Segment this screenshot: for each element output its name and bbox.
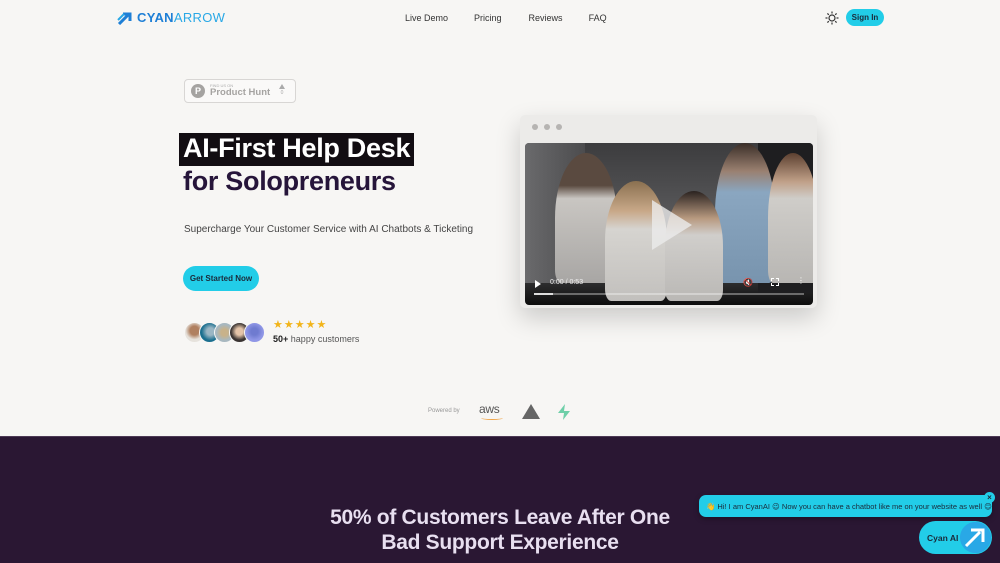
hero-title-line1: AI-First Help Desk [179, 133, 415, 166]
chat-greeting-bubble[interactable]: 👋 Hi! I am CyanAI 😉 Now you can have a c… [699, 495, 992, 517]
video-time: 0:00 / 0:53 [550, 279, 584, 286]
browser-mockup: 0:00 / 0:53 🔇 ⋮ [520, 115, 817, 308]
window-dot [532, 124, 538, 130]
video-progress-fill [534, 293, 553, 295]
get-started-button[interactable]: Get Started Now [183, 266, 259, 291]
nav-link-pricing[interactable]: Pricing [474, 13, 502, 23]
nav-links: Live Demo Pricing Reviews FAQ [405, 13, 633, 23]
avatar [244, 322, 265, 343]
logo[interactable]: CYANARROW [117, 10, 225, 25]
window-dot [556, 124, 562, 130]
nav-link-reviews[interactable]: Reviews [529, 13, 563, 23]
rating-stars: ★ ★ ★ ★ ★ [273, 320, 326, 331]
chat-launcher-button[interactable]: Cyan AI [919, 521, 992, 554]
window-dots [532, 124, 562, 130]
cyan-ai-logo-icon [960, 522, 991, 553]
product-hunt-badge[interactable]: P FIND US ON Product Hunt 0 [184, 79, 296, 103]
more-options-icon[interactable]: ⋮ [797, 277, 805, 285]
chat-launcher-label: Cyan AI [927, 532, 959, 543]
star-icon: ★ [283, 319, 294, 331]
star-icon: ★ [305, 319, 316, 331]
powered-by-label: Powered by [428, 408, 460, 414]
product-hunt-votes: 0 [279, 84, 285, 96]
product-hunt-name: Product Hunt [210, 87, 271, 99]
upvote-icon [279, 84, 285, 89]
star-icon: ★ [273, 319, 283, 331]
fullscreen-icon[interactable] [771, 278, 779, 286]
product-hunt-text: FIND US ON Product Hunt [210, 84, 270, 98]
video-controls: 0:00 / 0:53 🔇 ⋮ [525, 271, 813, 305]
logo-text: CYANARROW [137, 10, 226, 25]
video-person [715, 143, 775, 283]
demo-video[interactable]: 0:00 / 0:53 🔇 ⋮ [525, 143, 813, 305]
product-hunt-icon: P [191, 84, 205, 98]
hero-subtitle: Supercharge Your Customer Service with A… [184, 224, 474, 235]
aws-smile-icon [481, 416, 503, 420]
aws-logo: aws [479, 402, 500, 416]
hero-title-line2: for Solopreneurs [183, 166, 396, 196]
nav-link-live-demo[interactable]: Live Demo [405, 13, 448, 23]
nav-link-faq[interactable]: FAQ [589, 13, 607, 23]
window-dot [544, 124, 550, 130]
supabase-logo-icon [558, 404, 570, 420]
star-icon: ★ [316, 319, 327, 331]
happy-customers: 50+ happy customers [273, 334, 359, 344]
sun-icon[interactable] [825, 11, 839, 25]
stats-headline-line2: Bad Support Experience [381, 531, 619, 555]
video-progress-bar[interactable] [534, 293, 804, 295]
vercel-logo-icon [522, 404, 540, 419]
sign-in-button[interactable]: Sign In [846, 9, 884, 26]
close-icon[interactable]: × [984, 492, 995, 503]
customers-label: happy customers [290, 334, 360, 344]
customer-avatars [184, 322, 265, 343]
vote-count: 0 [280, 90, 284, 96]
play-overlay-icon[interactable] [652, 200, 692, 250]
star-icon: ★ [294, 319, 305, 331]
customers-count: 50+ [273, 334, 289, 344]
chat-greeting-text: 👋 Hi! I am CyanAI 😉 Now you can have a c… [706, 501, 992, 511]
play-icon[interactable] [535, 280, 541, 288]
video-person [768, 153, 813, 283]
mute-icon[interactable]: 🔇 [743, 278, 753, 287]
top-nav: CYANARROW Live Demo Pricing Reviews FAQ … [0, 0, 1000, 36]
arrow-logo-icon [117, 12, 132, 25]
stats-headline-line1: 50% of Customers Leave After One [330, 506, 670, 529]
